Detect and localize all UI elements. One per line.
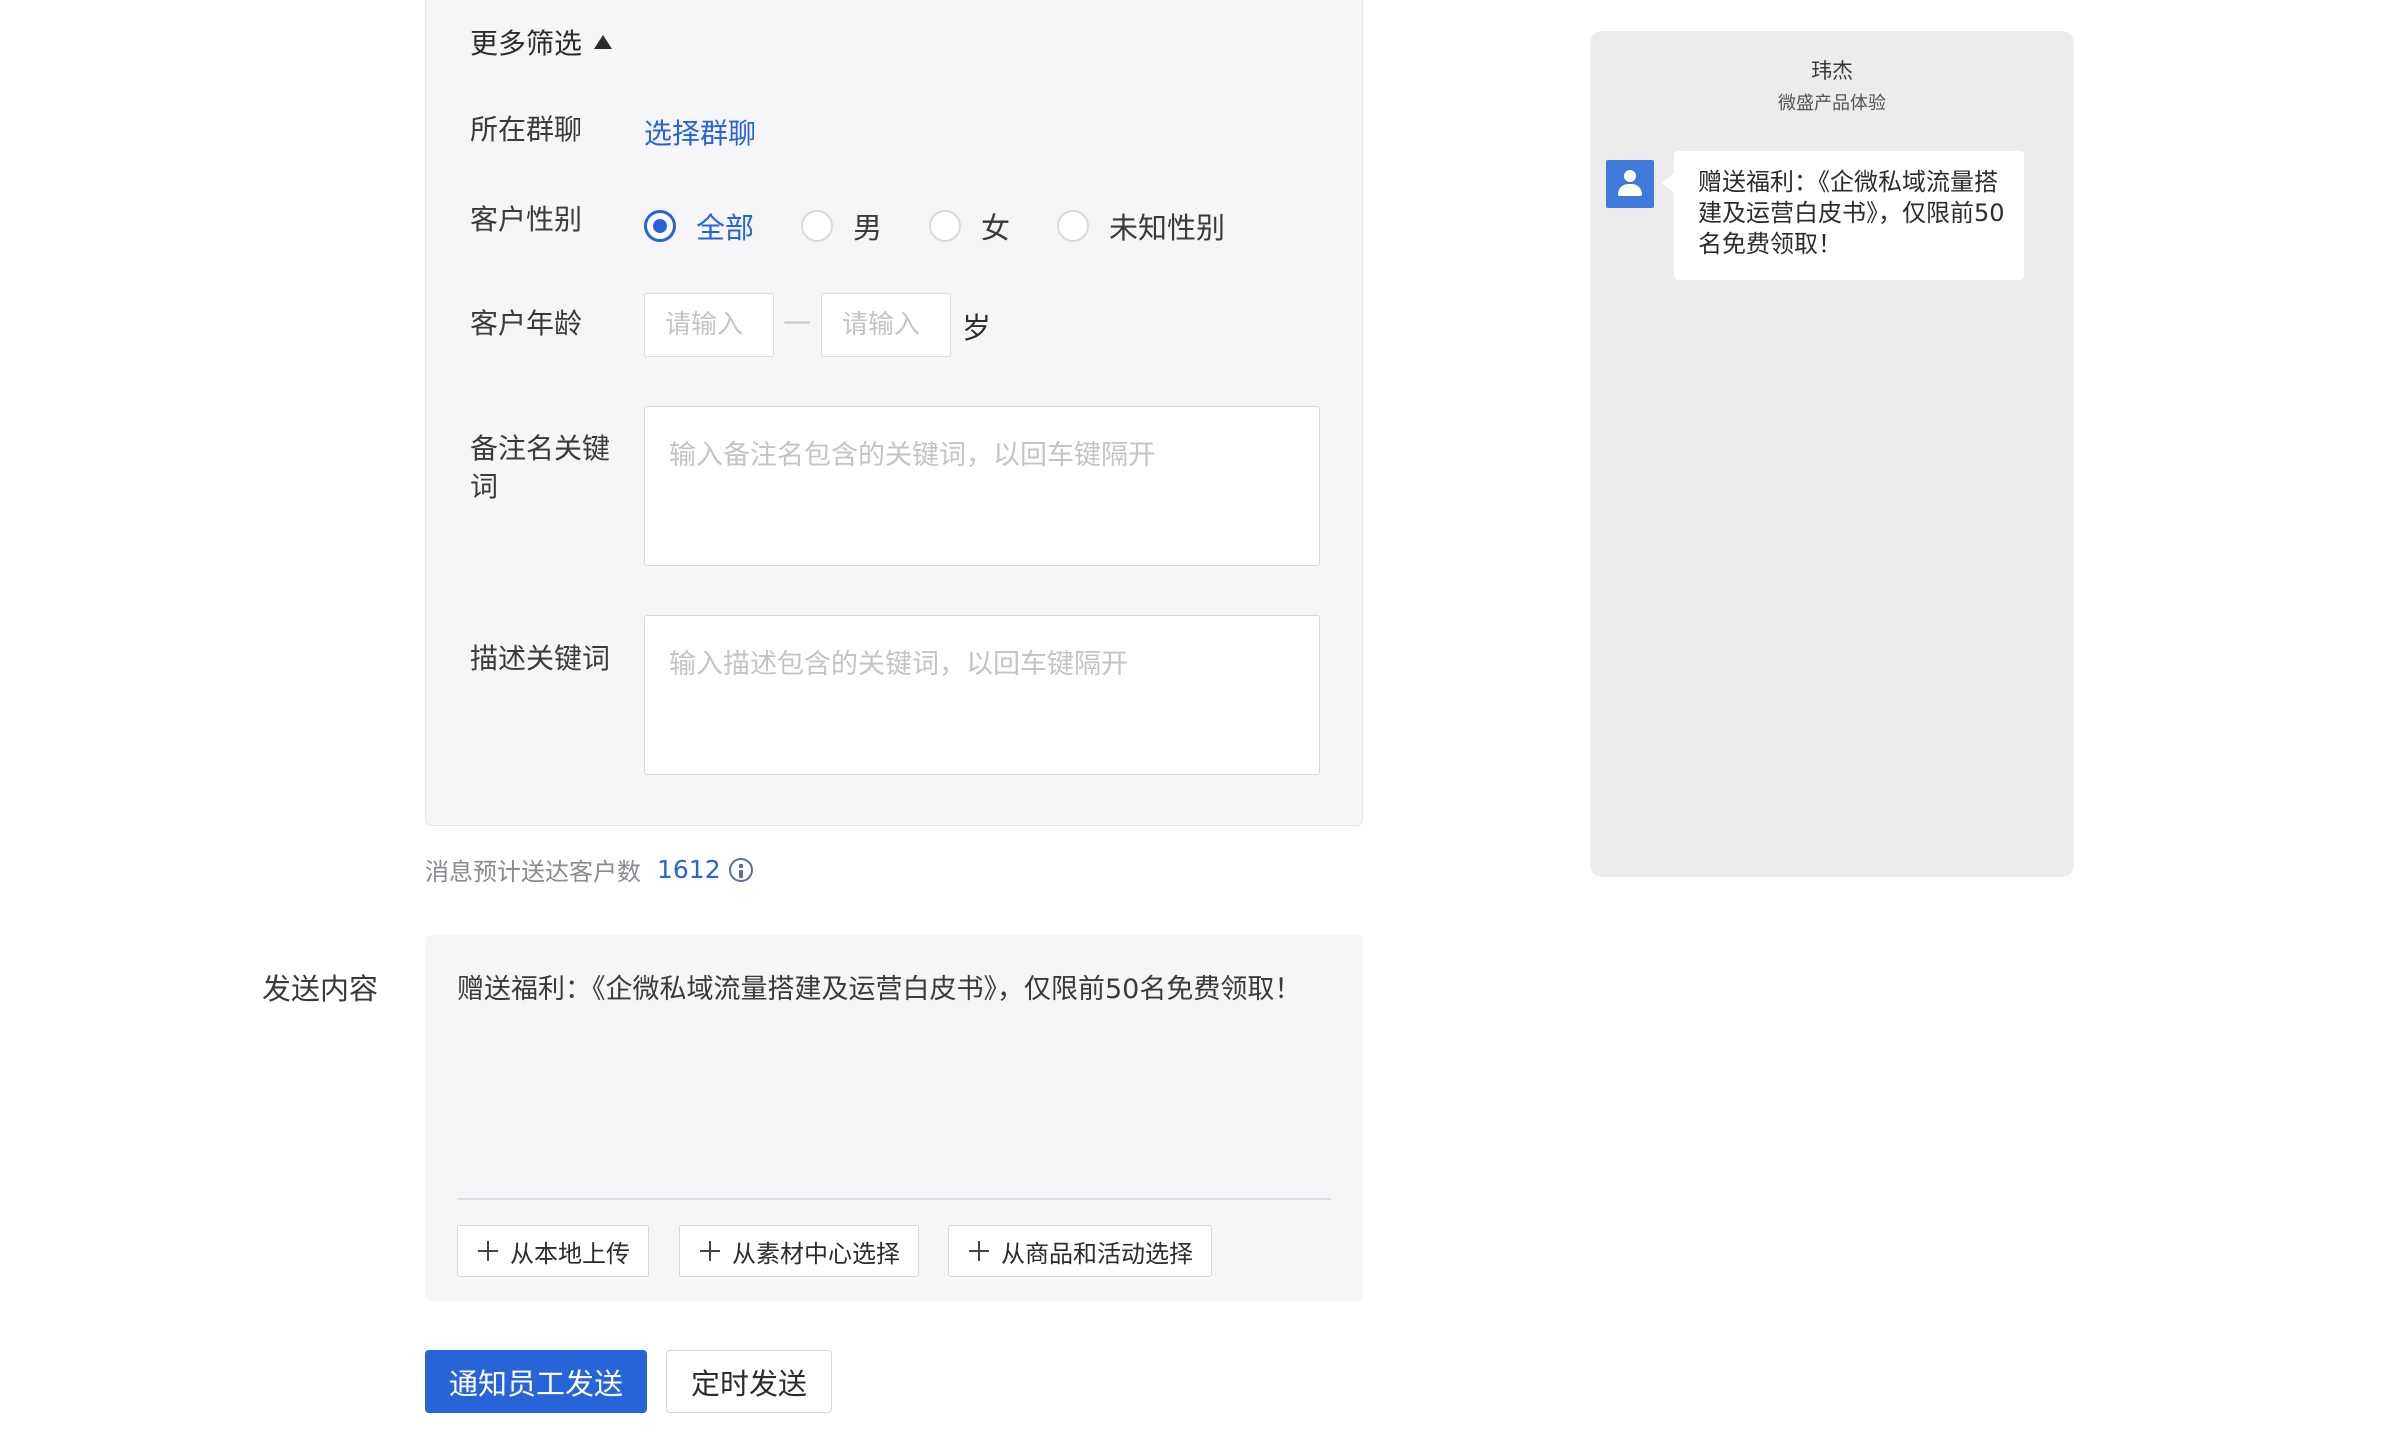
group-chat-label: 所在群聊 [470,113,583,146]
preview-sender-name: 玮杰 [1811,59,1853,83]
message-preview: 玮杰 微盛产品体验 赠送福利：《企微私域流量搭建及运营白皮书》，仅限前50名免费… [1590,31,2074,877]
remark-keywords-label: 备注名关键 词 [470,430,610,506]
select-group-chat-link[interactable]: 选择群聊 [644,112,756,152]
gender-radio-unknown[interactable]: 未知性别 [1057,205,1225,247]
material-center-label: 从素材中心选择 [732,1239,900,1268]
upload-local-button[interactable]: 从本地上传 [457,1225,649,1277]
description-keywords-label: 描述关键词 [470,642,611,675]
goods-activity-label: 从商品和活动选择 [1001,1239,1193,1268]
age-max-input[interactable] [821,293,951,357]
estimate-count: 1612 [657,855,721,884]
estimate-row: 消息预计送达客户数 1612 [425,852,753,887]
gender-option-label: 男 [853,211,883,245]
age-label: 客户年龄 [470,307,583,340]
remark-keywords-label-line2: 词 [470,470,499,503]
age-separator: — [783,304,811,337]
avatar [1606,160,1654,208]
more-filter-label: 更多筛选 [470,27,583,60]
preview-message-bubble: 赠送福利：《企微私域流量搭建及运营白皮书》，仅限前50名免费领取！ [1662,151,2024,280]
age-unit: 岁 [962,311,992,345]
send-content-text[interactable]: 赠送福利：《企微私域流量搭建及运营白皮书》，仅限前50名免费领取！ [457,967,1301,1006]
triangle-up-icon [594,35,613,49]
gender-radio-male[interactable]: 男 [801,205,882,247]
goods-activity-button[interactable]: 从商品和活动选择 [948,1225,1212,1277]
age-min-input[interactable] [644,293,774,357]
gender-label: 客户性别 [470,203,583,236]
radio-checked-icon [644,210,676,242]
gender-option-label: 女 [981,211,1011,245]
gender-radio-female[interactable]: 女 [929,205,1010,247]
remark-keywords-label-line1: 备注名关键 [470,432,611,465]
radio-unchecked-icon [801,210,833,242]
radio-unchecked-icon [929,210,961,242]
info-icon[interactable] [728,857,753,882]
plus-icon [700,1241,720,1261]
material-center-button[interactable]: 从素材中心选择 [679,1225,919,1277]
notify-send-button[interactable]: 通知员工发送 [425,1350,647,1413]
user-icon-body [1618,184,1642,196]
gender-radio-all[interactable]: 全部 [644,205,754,247]
scheduled-send-button[interactable]: 定时发送 [666,1350,832,1413]
user-icon [1624,170,1636,182]
more-filter-toggle[interactable]: 更多筛选 [470,22,613,62]
send-content-box: 赠送福利：《企微私域流量搭建及运营白皮书》，仅限前50名免费领取！ 从本地上传 … [425,935,1363,1301]
estimate-label: 消息预计送达客户数 [425,858,641,886]
remark-keywords-textarea[interactable] [644,406,1320,566]
filter-panel: 更多筛选 所在群聊 选择群聊 客户性别 全部 男 女 未知性别 客户年龄 — 岁… [425,0,1363,826]
gender-option-label: 全部 [696,211,755,245]
send-content-label: 发送内容 [262,972,379,1006]
divider [457,1198,1331,1200]
upload-local-label: 从本地上传 [510,1239,630,1268]
gender-option-label: 未知性别 [1109,211,1226,245]
plus-icon [969,1241,989,1261]
radio-unchecked-icon [1057,210,1089,242]
plus-icon [478,1241,498,1261]
preview-company: 微盛产品体验 [1778,93,1886,114]
description-keywords-textarea[interactable] [644,615,1320,775]
